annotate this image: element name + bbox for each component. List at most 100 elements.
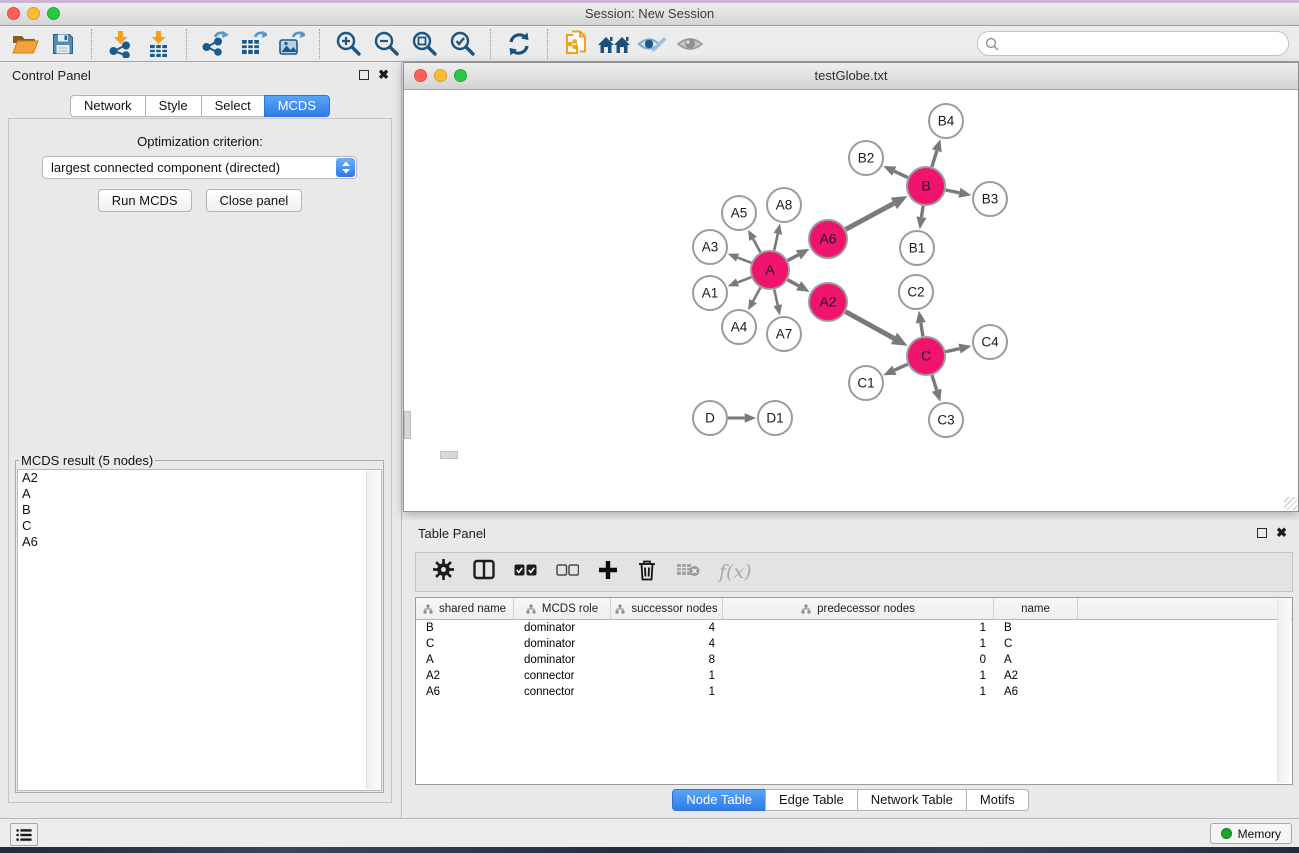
resize-grip-icon[interactable] (1284, 497, 1297, 510)
refresh-button[interactable] (500, 28, 538, 60)
show-columns-button[interactable] (473, 559, 495, 585)
table-cell[interactable]: 1 (723, 668, 994, 684)
tab-edge-table[interactable]: Edge Table (765, 789, 858, 811)
graph-edge-A-A7[interactable] (774, 290, 777, 306)
hide-annotations-button[interactable] (633, 28, 671, 60)
table-cell[interactable]: A (416, 652, 514, 668)
copy-network-button[interactable] (557, 28, 595, 60)
table-row[interactable]: Adominator80A (416, 652, 1292, 668)
tab-network[interactable]: Network (70, 95, 146, 117)
graph-edge-A-A3[interactable] (738, 258, 752, 263)
close-window-button[interactable] (7, 7, 20, 20)
task-history-button[interactable] (10, 823, 38, 846)
graph-edge-A-A6[interactable] (788, 255, 799, 261)
graph-edge-A-A4[interactable] (753, 288, 760, 302)
import-table-button[interactable] (139, 28, 177, 60)
table-cell[interactable]: A2 (994, 668, 1078, 684)
graph-edge-C-C3[interactable] (932, 375, 937, 390)
close-table-panel-icon[interactable]: ✖ (1276, 527, 1287, 538)
graph-edge-A2-C[interactable] (846, 312, 895, 339)
select-all-button[interactable] (514, 563, 537, 581)
float-panel-icon[interactable] (359, 70, 369, 80)
table-cell[interactable]: B (416, 620, 514, 636)
table-row[interactable]: Bdominator41B (416, 620, 1292, 636)
network-zoom-button[interactable] (454, 69, 467, 82)
graph-edge-B-B4[interactable] (932, 151, 937, 167)
run-mcds-button[interactable]: Run MCDS (98, 189, 192, 212)
table-cell[interactable]: dominator (514, 652, 611, 668)
tab-select[interactable]: Select (201, 95, 265, 117)
table-cell[interactable]: A6 (416, 684, 514, 700)
export-table-button[interactable] (234, 28, 272, 60)
zoom-fit-button[interactable] (405, 28, 443, 60)
network-canvas[interactable]: AA1A2A3A4A5A6A7A8BB1B2B3B4CC1C2C3C4DD1 (404, 90, 1298, 511)
tab-mcds[interactable]: MCDS (264, 95, 330, 117)
table-scrollbar[interactable] (1277, 599, 1291, 783)
column-header-successor-nodes[interactable]: successor nodes (611, 598, 723, 619)
table-cell[interactable]: 8 (611, 652, 723, 668)
table-row[interactable]: A2connector11A2 (416, 668, 1292, 684)
tab-motifs[interactable]: Motifs (966, 789, 1029, 811)
unselect-all-button[interactable] (556, 563, 579, 581)
table-cell[interactable]: 1 (611, 684, 723, 700)
tab-network-table[interactable]: Network Table (857, 789, 967, 811)
table-cell[interactable]: C (416, 636, 514, 652)
minimize-window-button[interactable] (27, 7, 40, 20)
table-cell[interactable]: A6 (994, 684, 1078, 700)
graph-edge-A-A2[interactable] (788, 280, 799, 286)
result-item[interactable]: C (18, 518, 381, 534)
graph-edge-C-C4[interactable] (946, 349, 960, 352)
export-network-button[interactable] (196, 28, 234, 60)
graph-edge-B-B2[interactable] (894, 171, 908, 177)
graph-edge-A-A8[interactable] (774, 234, 778, 251)
split-handle[interactable] (404, 411, 411, 439)
delete-column-button[interactable] (637, 559, 657, 586)
graph-edge-A6-B[interactable] (846, 203, 894, 229)
float-table-panel-icon[interactable] (1257, 528, 1267, 538)
open-button[interactable] (6, 28, 44, 60)
table-cell[interactable]: A2 (416, 668, 514, 684)
show-graphics-button[interactable] (671, 28, 709, 60)
network-minimize-button[interactable] (434, 69, 447, 82)
result-item[interactable]: A2 (18, 470, 381, 486)
search-input[interactable] (1003, 35, 1281, 52)
table-cell[interactable]: dominator (514, 620, 611, 636)
table-cell[interactable]: C (994, 636, 1078, 652)
save-button[interactable] (44, 28, 82, 60)
table-cell[interactable]: A (994, 652, 1078, 668)
graph-edge-A-A1[interactable] (738, 277, 752, 282)
table-cell[interactable]: 1 (611, 668, 723, 684)
optimization-criterion-select[interactable]: largest connected component (directed) (42, 156, 357, 179)
table-cell[interactable]: 4 (611, 636, 723, 652)
table-cell[interactable]: 4 (611, 620, 723, 636)
table-row[interactable]: Cdominator41C (416, 636, 1292, 652)
table-cell[interactable]: 1 (723, 684, 994, 700)
table-cell[interactable]: B (994, 620, 1078, 636)
result-item[interactable]: A (18, 486, 381, 502)
column-header-mcds-role[interactable]: MCDS role (514, 598, 611, 619)
zoom-window-button[interactable] (47, 7, 60, 20)
zoom-in-button[interactable] (329, 28, 367, 60)
memory-button[interactable]: Memory (1210, 823, 1292, 844)
graph-edge-A-A5[interactable] (753, 239, 760, 253)
column-header-shared-name[interactable]: shared name (416, 598, 514, 619)
tab-node-table[interactable]: Node Table (672, 789, 766, 811)
node-table[interactable]: shared nameMCDS rolesuccessor nodesprede… (415, 597, 1293, 785)
table-cell[interactable]: 1 (723, 620, 994, 636)
delete-table-button[interactable] (676, 562, 700, 582)
search-box[interactable] (977, 31, 1289, 56)
import-network-button[interactable] (101, 28, 139, 60)
tab-style[interactable]: Style (145, 95, 202, 117)
graph-edge-C-C2[interactable] (921, 323, 923, 336)
export-image-button[interactable] (272, 28, 310, 60)
home-button[interactable] (595, 28, 633, 60)
create-column-button[interactable] (598, 560, 618, 585)
network-window-titlebar[interactable]: testGlobe.txt (404, 63, 1298, 90)
graph-edge-C-C1[interactable] (894, 364, 907, 370)
graph-edge-B-B3[interactable] (946, 190, 960, 193)
table-cell[interactable]: connector (514, 668, 611, 684)
mcds-result-list[interactable]: A2ABCA6 (17, 469, 382, 791)
result-item[interactable]: A6 (18, 534, 381, 550)
table-cell[interactable]: 1 (723, 636, 994, 652)
table-cell[interactable]: 0 (723, 652, 994, 668)
